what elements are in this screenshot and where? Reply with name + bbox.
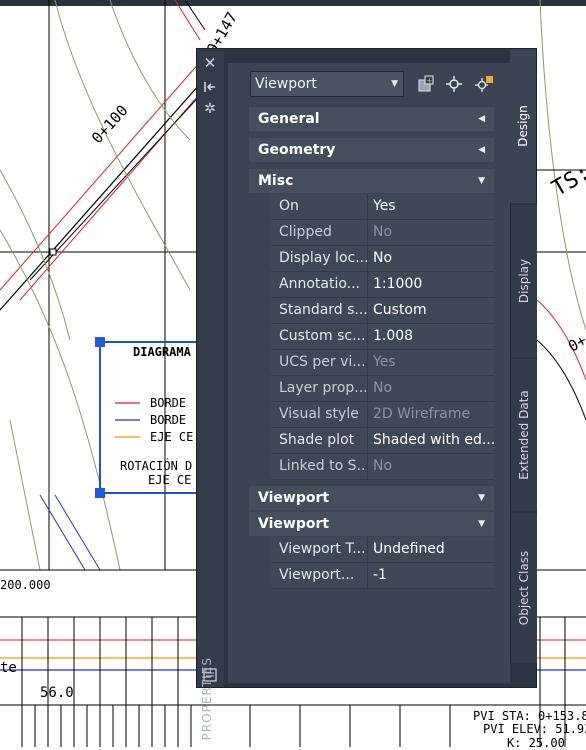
settings-icon[interactable]: ✲ — [202, 101, 218, 117]
legend-label-3: EJE CE — [150, 430, 194, 444]
object-type-select[interactable]: Viewport ▼ — [250, 71, 404, 97]
property-value[interactable]: No — [369, 220, 494, 245]
property-name: Standard s... — [271, 298, 368, 323]
property-value[interactable]: Shaded with ed... — [369, 428, 494, 453]
property-row[interactable]: Viewport T... Undefined — [271, 537, 494, 563]
property-value[interactable]: -1 — [369, 563, 494, 588]
palette-title-bar[interactable]: ✕ ✲ PROPERTIES — [197, 49, 224, 740]
property-name: Clipped — [271, 220, 368, 245]
property-name: Viewport T... — [271, 537, 368, 562]
chevron-down-icon: ▼ — [391, 79, 398, 89]
palette-menu-icon[interactable] — [202, 667, 218, 683]
legend-label-2: BORDE — [150, 413, 187, 427]
svg-text:+: + — [426, 76, 433, 85]
auto-hide-icon[interactable] — [202, 79, 218, 95]
property-name: Annotatio... — [271, 272, 368, 297]
property-row[interactable]: UCS per vi... Yes — [271, 350, 494, 376]
toggle-pickadd-icon[interactable]: + — [416, 74, 436, 94]
property-name: Linked to S... — [271, 454, 368, 479]
tab-object-class[interactable]: Object Class — [510, 513, 537, 663]
property-value[interactable]: No — [369, 376, 494, 401]
tab-design[interactable]: Design — [510, 49, 536, 203]
chevron-down-icon: ▼ — [478, 493, 485, 503]
section-misc-label: Misc — [258, 173, 294, 189]
rotation-label-1: ROTACIÓN D — [120, 459, 193, 473]
property-row[interactable]: Annotatio... 1:1000 — [271, 272, 494, 298]
property-value[interactable]: Yes — [369, 194, 494, 219]
section-general-label: General — [258, 111, 320, 127]
property-name: Display loc... — [271, 246, 368, 271]
property-row[interactable]: Custom sc... 1.008 — [271, 324, 494, 350]
property-value[interactable]: No — [369, 246, 494, 271]
legend-label-1: BORDE — [150, 396, 187, 410]
property-value[interactable]: Yes — [369, 350, 494, 375]
property-name: UCS per vi... — [271, 350, 368, 375]
property-value[interactable]: Custom — [369, 298, 494, 323]
collapse-left-icon: ◀ — [478, 114, 485, 124]
collapse-left-icon: ◀ — [478, 145, 485, 155]
chevron-down-icon: ▼ — [478, 176, 485, 186]
pvi-elevation-label: PVI ELEV: 51.93 — [483, 722, 586, 736]
property-value[interactable]: 1:1000 — [369, 272, 494, 297]
property-row[interactable]: Visual style 2D Wireframe — [271, 402, 494, 428]
properties-content: Viewport ▼ + General ◀ Geometry ◀ Misc ▼ — [228, 63, 510, 683]
chevron-down-icon: ▼ — [478, 519, 485, 529]
tab-display[interactable]: Display — [510, 205, 537, 357]
section-misc[interactable]: Misc ▼ — [249, 169, 494, 193]
properties-toolbar: Viewport ▼ + — [250, 71, 510, 101]
property-row[interactable]: Linked to S... No — [271, 454, 494, 480]
property-name: Visual style — [271, 402, 368, 427]
property-row[interactable]: On Yes — [271, 194, 494, 220]
profile-label: te — [0, 660, 17, 676]
property-value[interactable]: 1.008 — [369, 324, 494, 349]
palette-tabs: Design Display Extended Data Object Clas… — [510, 49, 538, 669]
section-viewport-1[interactable]: Viewport ▼ — [249, 486, 494, 510]
property-row[interactable]: Standard s... Custom — [271, 298, 494, 324]
k-value-label: K: 25.00 — [507, 736, 565, 750]
elevation-label: 200.000 — [0, 578, 51, 592]
grid-value-label: 56.0 — [40, 685, 74, 701]
property-name: Viewport... — [271, 563, 368, 588]
property-row[interactable]: Layer prop... No — [271, 376, 494, 402]
rotation-label-2: EJE CE — [148, 473, 192, 487]
property-name: Layer prop... — [271, 376, 368, 401]
diagram-title: DIAGRAMA — [133, 345, 191, 359]
property-value[interactable]: Undefined — [369, 537, 494, 562]
property-name: On — [271, 194, 368, 219]
property-name: Shade plot — [271, 428, 368, 453]
section-viewport-2-label: Viewport — [258, 516, 330, 532]
property-value[interactable]: 2D Wireframe — [369, 402, 494, 427]
pvi-station-label: PVI STA: 0+153.84 — [473, 709, 586, 723]
object-type-value: Viewport — [255, 76, 317, 92]
property-name: Custom sc... — [271, 324, 368, 349]
section-geometry[interactable]: Geometry ◀ — [249, 138, 494, 162]
property-row[interactable]: Clipped No — [271, 220, 494, 246]
property-value[interactable]: No — [369, 454, 494, 479]
section-viewport-1-label: Viewport — [258, 490, 330, 506]
select-objects-icon[interactable] — [444, 74, 464, 94]
quick-select-icon[interactable] — [474, 74, 494, 94]
tab-extended-data[interactable]: Extended Data — [510, 359, 537, 511]
section-geometry-label: Geometry — [258, 142, 336, 158]
property-row[interactable]: Shade plot Shaded with ed... — [271, 428, 494, 454]
section-general[interactable]: General ◀ — [249, 107, 494, 131]
property-row[interactable]: Viewport... -1 — [271, 563, 494, 589]
close-icon[interactable]: ✕ — [202, 55, 218, 71]
properties-palette[interactable]: ✕ ✲ PROPERTIES Viewport ▼ + General ◀ Ge… — [196, 48, 538, 740]
property-row[interactable]: Display loc... No — [271, 246, 494, 272]
section-viewport-2[interactable]: Viewport ▼ — [249, 512, 494, 536]
